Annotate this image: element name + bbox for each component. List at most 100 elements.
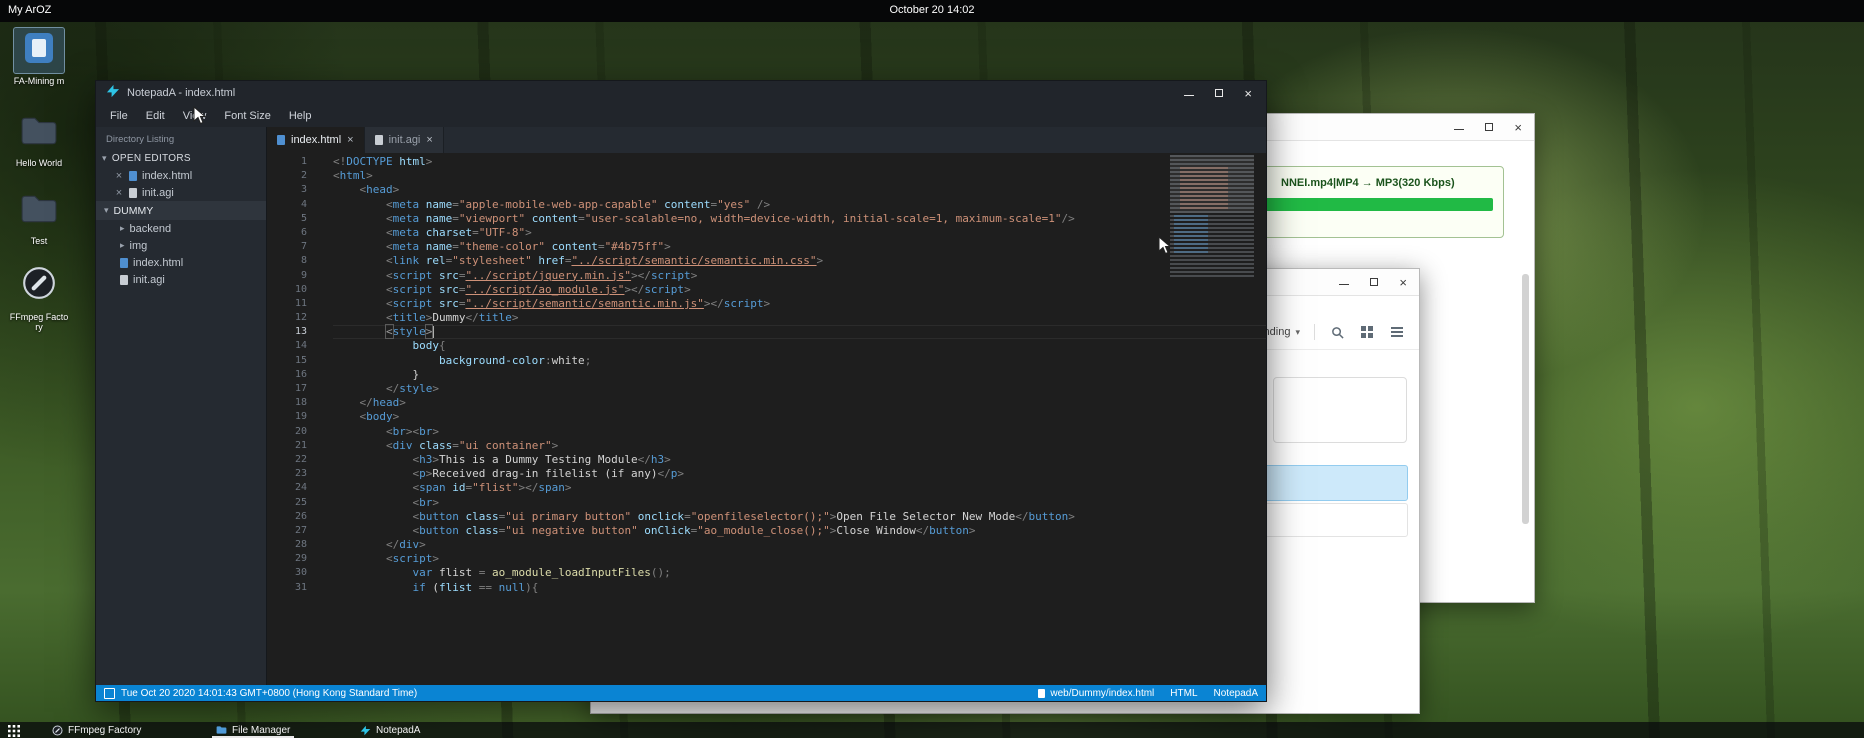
top-bar: My ArOZ October 20 14:02 [0, 0, 1864, 22]
close-button[interactable]: × [1399, 277, 1407, 288]
minimize-button[interactable] [1339, 277, 1349, 287]
file-icon [120, 275, 128, 285]
chevron-down-icon: ▾ [102, 153, 107, 164]
taskbar-item-notepada[interactable]: NotepadA [356, 722, 424, 738]
window-title: NotepadA - index.html [127, 87, 235, 99]
ffmpeg-app-icon [15, 262, 63, 309]
chevron-right-icon: ▸ [120, 240, 125, 251]
menu-help[interactable]: Help [281, 107, 320, 125]
open-editor-item-init-agi[interactable]: × init.agi [96, 184, 266, 201]
desktop-icon-fa-mining[interactable]: FA-Mining m [8, 28, 70, 86]
menu-edit[interactable]: Edit [138, 107, 173, 125]
clock: October 20 14:02 [889, 4, 974, 16]
file-icon [1038, 689, 1045, 698]
desktop-icon-label: Test [9, 236, 69, 246]
close-icon[interactable]: × [114, 187, 124, 199]
taskbar: FFmpeg Factory File Manager NotepadA [0, 722, 1864, 738]
notepada-logo-icon [106, 84, 120, 103]
minimap[interactable] [1170, 155, 1254, 277]
taskbar-item-ffmpeg-factory[interactable]: FFmpeg Factory [48, 722, 145, 738]
tree-folder-backend[interactable]: ▸ backend [96, 220, 266, 237]
html-file-icon [120, 258, 128, 268]
open-editors-section[interactable]: ▾ OPEN EDITORS [96, 150, 266, 167]
line-numbers: 1234567891011121314151617181920212223242… [267, 153, 323, 685]
file-name: index.html [142, 170, 192, 182]
folder-icon [216, 725, 227, 736]
tree-folder-img[interactable]: ▸ img [96, 237, 266, 254]
html-file-icon [129, 171, 137, 181]
menu-font-size[interactable]: Font Size [216, 107, 278, 125]
desktop-icon-label: FA-Mining m [9, 76, 69, 86]
taskbar-item-file-manager[interactable]: File Manager [212, 722, 294, 738]
chevron-right-icon: ▸ [120, 223, 125, 234]
notepada-logo-icon [360, 725, 371, 736]
file-explorer-sidebar: Directory Listing ▾ OPEN EDITORS × index… [96, 127, 267, 685]
tab-bar: index.html × init.agi × [267, 127, 1266, 153]
taskbar-item-label: FFmpeg Factory [68, 725, 141, 736]
editor-titlebar[interactable]: NotepadA - index.html × [96, 81, 1266, 105]
folder-icon [14, 112, 64, 155]
tree-file-init-agi[interactable]: init.agi [96, 271, 266, 288]
maximize-button[interactable] [1484, 122, 1494, 132]
file-item[interactable] [1246, 503, 1408, 537]
folder-icon [14, 190, 64, 233]
file-item-selected[interactable] [1246, 465, 1408, 501]
file-name: index.html [133, 257, 183, 269]
editor-status-bar: Tue Oct 20 2020 14:01:43 GMT+0800 (Hong … [96, 685, 1266, 701]
code-lines[interactable]: <!DOCTYPE html><html> <head> <meta name=… [323, 153, 1266, 685]
menu-view[interactable]: View [175, 107, 215, 125]
status-file-path[interactable]: web/Dummy/index.html [1050, 688, 1154, 699]
close-button[interactable]: × [1514, 122, 1522, 133]
list-view-icon[interactable] [1389, 324, 1405, 340]
file-icon [375, 135, 383, 145]
file-item[interactable] [1273, 377, 1407, 443]
toolbar-divider [1314, 324, 1315, 340]
desktop-icon-test[interactable]: Test [8, 190, 70, 246]
desktop-icon-hello-world[interactable]: Hello World [8, 112, 70, 168]
tree-file-index-html[interactable]: index.html [96, 254, 266, 271]
aroz-menu-label[interactable]: My ArOZ [8, 4, 51, 16]
close-button[interactable]: × [1244, 88, 1252, 99]
folder-name: backend [130, 223, 172, 235]
tab-label: init.agi [389, 134, 421, 146]
folder-name: DUMMY [114, 205, 154, 217]
taskbar-item-label: File Manager [232, 725, 290, 736]
desktop-icon-ffmpeg-factory[interactable]: FFmpeg Factory [8, 262, 70, 332]
file-icon [129, 188, 137, 198]
open-editor-item-index-html[interactable]: × index.html [96, 167, 266, 184]
tab-index-html[interactable]: index.html × [267, 127, 365, 153]
scrollbar[interactable] [1522, 274, 1529, 524]
close-icon[interactable]: × [114, 170, 124, 182]
notepada-window: NotepadA - index.html × File Edit View F… [95, 80, 1267, 702]
close-icon[interactable]: × [426, 134, 432, 146]
folder-root-dummy[interactable]: ▾ DUMMY [96, 201, 266, 220]
code-editor[interactable]: 1234567891011121314151617181920212223242… [267, 153, 1266, 685]
maximize-button[interactable] [1214, 88, 1224, 98]
html-file-icon [277, 135, 285, 145]
close-icon[interactable]: × [347, 134, 353, 146]
grid-view-icon[interactable] [1359, 324, 1375, 340]
ffmpeg-app-icon [52, 725, 63, 736]
desktop-icon-label: FFmpeg Factory [9, 312, 69, 332]
chevron-down-icon: ▾ [1295, 327, 1300, 338]
status-language[interactable]: HTML [1170, 688, 1197, 699]
status-app-name: NotepadA [1214, 688, 1258, 699]
taskbar-item-label: NotepadA [376, 725, 420, 736]
status-datetime: Tue Oct 20 2020 14:01:43 GMT+0800 (Hong … [121, 688, 417, 699]
open-editors-label: OPEN EDITORS [112, 153, 191, 164]
calendar-icon [104, 688, 115, 699]
desktop: My ArOZ October 20 14:02 FA-Mining m Hel… [0, 0, 1864, 738]
chevron-down-icon: ▾ [104, 205, 109, 216]
minimize-button[interactable] [1454, 122, 1464, 132]
file-name: init.agi [142, 187, 174, 199]
folder-name: img [130, 240, 148, 252]
tab-init-agi[interactable]: init.agi × [365, 127, 444, 153]
menu-file[interactable]: File [102, 107, 136, 125]
start-menu-icon[interactable] [8, 724, 20, 736]
search-icon[interactable] [1329, 324, 1345, 340]
menu-bar: File Edit View Font Size Help [96, 105, 1266, 128]
file-name: init.agi [133, 274, 165, 286]
maximize-button[interactable] [1369, 277, 1379, 287]
app-icon [14, 28, 64, 73]
minimize-button[interactable] [1184, 88, 1194, 98]
